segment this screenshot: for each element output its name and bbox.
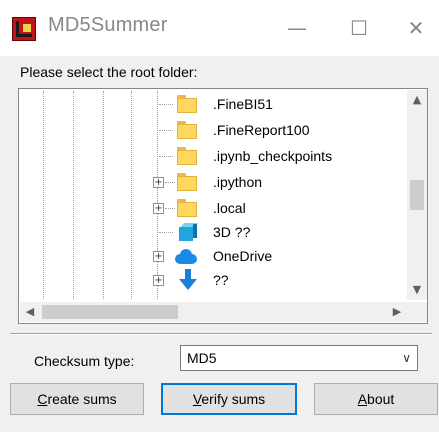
tree-node-label: .FineReport100 — [213, 122, 310, 138]
folder-icon — [177, 121, 197, 139]
app-icon — [12, 17, 36, 41]
tree-node[interactable]: + ?? — [19, 269, 407, 291]
create-sums-button[interactable]: Create sums — [10, 383, 144, 415]
tree-node[interactable]: .FineBI51 — [19, 93, 407, 115]
verify-sums-button[interactable]: Verify sums — [161, 383, 297, 415]
create-sums-mnemonic: C — [37, 391, 48, 407]
select-folder-prompt: Please select the root folder: — [20, 64, 198, 80]
tree-node-label: 3D ?? — [213, 224, 251, 240]
tree-node-label: OneDrive — [213, 248, 273, 264]
expand-icon[interactable]: + — [153, 203, 164, 214]
scroll-left-icon[interactable]: ◀ — [20, 302, 40, 322]
horizontal-scroll-thumb[interactable] — [42, 305, 178, 319]
checksum-type-select[interactable]: MD5 ∨ — [180, 345, 418, 371]
about-button[interactable]: About — [314, 383, 438, 415]
chevron-down-icon: ∨ — [402, 351, 411, 365]
3d-objects-icon — [177, 222, 199, 242]
expand-icon[interactable]: + — [153, 177, 164, 188]
tree-node-label: .local — [213, 200, 246, 216]
tree-node-label: .ipython — [213, 174, 263, 190]
downloads-arrow-icon — [179, 269, 197, 291]
tree-node[interactable]: + .ipython — [19, 171, 407, 193]
vertical-scroll-thumb[interactable] — [410, 180, 424, 210]
tree-node-label: ?? — [213, 272, 229, 288]
scrollbar-corner — [407, 302, 427, 322]
checksum-type-label: Checksum type: — [34, 353, 135, 369]
minimize-button[interactable]: — — [274, 10, 320, 46]
create-sums-label: reate sums — [47, 391, 117, 407]
folder-icon — [177, 199, 197, 217]
verify-sums-label: erify sums — [201, 391, 266, 407]
scroll-up-icon[interactable]: ▲ — [407, 90, 427, 110]
divider — [10, 333, 432, 335]
maximize-button[interactable]: ☐ — [336, 10, 382, 46]
tree-node[interactable]: .ipynb_checkpoints — [19, 145, 407, 167]
title-bar[interactable]: MD5Summer — ☐ ✕ — [0, 0, 439, 56]
folder-icon — [177, 173, 197, 191]
about-label: bout — [367, 391, 395, 407]
tree-node-label: .FineBI51 — [213, 96, 273, 112]
tree-node[interactable]: + .local — [19, 197, 407, 219]
folder-icon — [177, 147, 197, 165]
folder-icon — [177, 95, 197, 113]
tree-node[interactable]: 3D ?? — [19, 221, 407, 243]
scroll-down-icon[interactable]: ▼ — [407, 280, 427, 300]
close-button[interactable]: ✕ — [394, 10, 438, 46]
md5summer-window: MD5Summer — ☐ ✕ Please select the root f… — [0, 0, 439, 432]
about-mnemonic: A — [357, 391, 368, 407]
expand-icon[interactable]: + — [153, 275, 164, 286]
tree-node-label: .ipynb_checkpoints — [213, 148, 333, 164]
folder-tree[interactable]: .FineBI51 .FineReport100 .ipynb_checkpoi… — [18, 88, 428, 324]
onedrive-cloud-icon — [175, 248, 197, 264]
checksum-type-value: MD5 — [187, 350, 217, 366]
window-title: MD5Summer — [48, 14, 168, 36]
horizontal-scrollbar[interactable]: ◀ ▶ — [20, 302, 407, 322]
tree-node[interactable]: + OneDrive — [19, 245, 407, 267]
scroll-right-icon[interactable]: ▶ — [387, 302, 407, 322]
vertical-scrollbar[interactable]: ▲ ▼ — [407, 90, 427, 300]
tree-node[interactable]: .FineReport100 — [19, 119, 407, 141]
expand-icon[interactable]: + — [153, 251, 164, 262]
